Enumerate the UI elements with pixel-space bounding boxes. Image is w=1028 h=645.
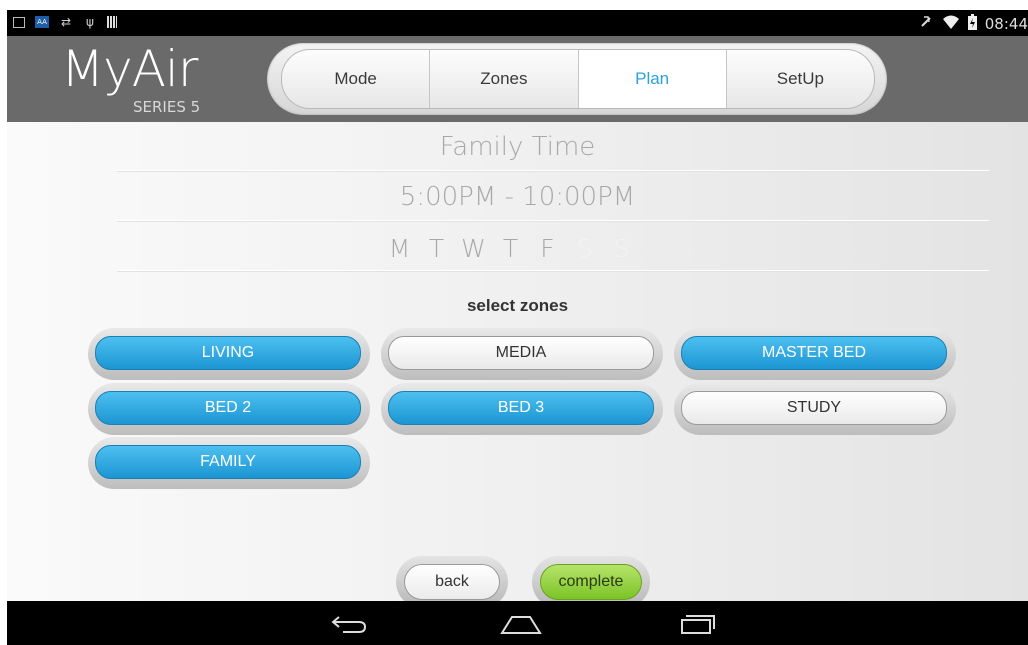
plan-time[interactable]: 5:00PM - 10:00PM: [7, 182, 1028, 212]
mute-icon: [918, 14, 934, 34]
zone-label: LIVING: [95, 336, 361, 370]
tab-plan[interactable]: Plan: [577, 50, 726, 108]
zone-label: FAMILY: [95, 445, 361, 479]
zone-master-bed[interactable]: MASTER BED: [674, 328, 956, 380]
tab-mode[interactable]: Mode: [282, 50, 429, 108]
day-fri[interactable]: F: [529, 234, 566, 263]
clock: 08:44: [984, 15, 1028, 33]
divider: [117, 220, 989, 221]
plan-name[interactable]: Family Time: [7, 132, 1028, 162]
divider: [117, 170, 989, 171]
aa-icon: AA: [35, 16, 49, 28]
main-nav: Mode Zones Plan SetUp: [267, 43, 887, 115]
status-bar: AA ⇄ ψ 08:44: [7, 10, 1028, 36]
complete-button-label: complete: [540, 564, 642, 600]
back-button-label: back: [404, 564, 500, 600]
zone-label: MEDIA: [388, 336, 654, 370]
day-selector: M T W T F S S: [381, 234, 640, 263]
day-thu[interactable]: T: [492, 234, 529, 263]
zone-bed-2[interactable]: BED 2: [88, 383, 370, 435]
divider: [117, 270, 989, 271]
app-header: MyAir SERIES 5 Mode Zones Plan SetUp: [7, 36, 1028, 122]
home-icon[interactable]: [500, 613, 542, 640]
app-logo-subtitle: SERIES 5: [133, 98, 201, 116]
zones-title: select zones: [466, 296, 569, 315]
wifi-icon: [942, 14, 960, 34]
battery-icon: [967, 14, 977, 34]
zone-label: MASTER BED: [681, 336, 947, 370]
zone-media[interactable]: MEDIA: [381, 328, 663, 380]
back-icon[interactable]: [329, 613, 369, 640]
zone-label: BED 2: [95, 391, 361, 425]
zone-living[interactable]: LIVING: [88, 328, 370, 380]
zone-bed-3[interactable]: BED 3: [381, 383, 663, 435]
day-tue[interactable]: T: [418, 234, 455, 263]
zone-study[interactable]: STUDY: [674, 383, 956, 435]
app-frame: AA ⇄ ψ 08:44 MyAir SERIES 5 Mode Zones P: [7, 10, 1028, 645]
recents-icon[interactable]: [678, 613, 718, 640]
zone-label: STUDY: [681, 391, 947, 425]
plan-editor: Family Time 5:00PM - 10:00PM M T W T F S…: [7, 122, 1028, 608]
day-sun[interactable]: S: [603, 234, 640, 263]
tab-setup[interactable]: SetUp: [725, 50, 874, 108]
barcode-icon: [107, 16, 117, 28]
usb-icon: ψ: [86, 15, 94, 29]
app-logo: MyAir: [61, 40, 198, 98]
zone-label: BED 3: [388, 391, 654, 425]
zone-family[interactable]: FAMILY: [88, 437, 370, 489]
day-mon[interactable]: M: [381, 234, 418, 263]
image-icon: [13, 16, 25, 28]
swap-icon: ⇄: [60, 15, 72, 29]
day-sat[interactable]: S: [566, 234, 603, 263]
day-wed[interactable]: W: [455, 234, 492, 263]
system-nav-bar: [7, 601, 1028, 645]
tab-zones[interactable]: Zones: [429, 50, 577, 108]
